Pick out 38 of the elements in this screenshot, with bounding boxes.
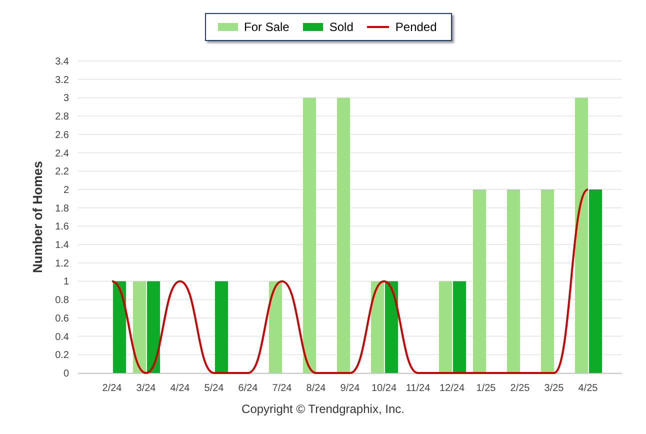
y-tick-label: 2 (63, 184, 69, 196)
x-tick-label: 11/24 (406, 383, 430, 394)
y-tick-label: 2.4 (55, 148, 69, 160)
x-tick-label: 5/24 (204, 383, 224, 394)
y-axis-title: Number of Homes (30, 161, 45, 273)
y-tick-label: 1.4 (55, 240, 69, 252)
x-tick-label: 10/24 (371, 383, 397, 394)
y-tick-label: 0.4 (55, 332, 69, 343)
x-tick-label: 4/24 (170, 383, 190, 394)
y-tick-label: 2.8 (55, 112, 69, 123)
x-tick-label: 7/24 (272, 383, 292, 394)
y-tick-label: 1.8 (55, 203, 69, 214)
y-tick-label: 2.2 (55, 166, 69, 178)
y-tick-label: 1.6 (55, 222, 69, 233)
y-tick-label: 0.8 (55, 295, 69, 306)
legend-label: For Sale (244, 20, 290, 34)
x-tick-label: 8/24 (306, 383, 326, 394)
x-tick-label: 3/25 (544, 383, 564, 394)
legend-label: Sold (329, 20, 354, 34)
y-tick-label: 0 (63, 368, 69, 380)
x-tick-label: 2/25 (510, 383, 530, 394)
x-tick-label: 12/24 (439, 383, 465, 394)
legend-label: Pended (395, 20, 437, 34)
x-tick-label: 1/25 (476, 383, 496, 394)
y-tick-label: 3.4 (55, 56, 69, 68)
x-tick-label: 2/24 (102, 383, 122, 394)
y-tick-label: 0.2 (55, 350, 69, 362)
x-tick-label: 4/25 (578, 383, 598, 394)
y-tick-label: 3.2 (55, 74, 69, 86)
y-tick-label: 0.6 (55, 313, 69, 324)
x-tick-label: 3/24 (136, 383, 156, 394)
y-tick-label: 2.6 (55, 130, 69, 141)
y-tick-label: 3 (63, 93, 69, 104)
y-tick-label: 1 (63, 276, 69, 288)
x-tick-label: 9/24 (340, 383, 360, 394)
copyright-text: Copyright © Trendgraphix, Inc. (242, 402, 404, 416)
y-tick-label: 1.2 (55, 258, 69, 270)
x-tick-label: 6/24 (238, 383, 258, 394)
